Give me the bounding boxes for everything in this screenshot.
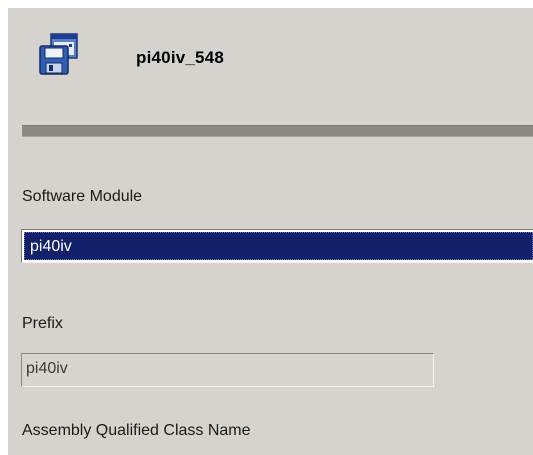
module-title: pi40iv_548 — [136, 48, 225, 67]
prefix-field[interactable]: pi40iv — [21, 353, 434, 387]
properties-panel: pi40iv_548 Software Module pi40iv Prefix… — [8, 8, 533, 455]
prefix-label: Prefix — [22, 315, 63, 332]
software-module-field[interactable]: pi40iv — [21, 229, 533, 263]
software-module-label: Software Module — [22, 188, 143, 205]
software-module-icon — [38, 32, 82, 76]
section-divider — [22, 125, 533, 137]
assembly-qualified-class-name-label: Assembly Qualified Class Name — [22, 422, 251, 439]
software-module-value[interactable]: pi40iv — [24, 232, 533, 260]
